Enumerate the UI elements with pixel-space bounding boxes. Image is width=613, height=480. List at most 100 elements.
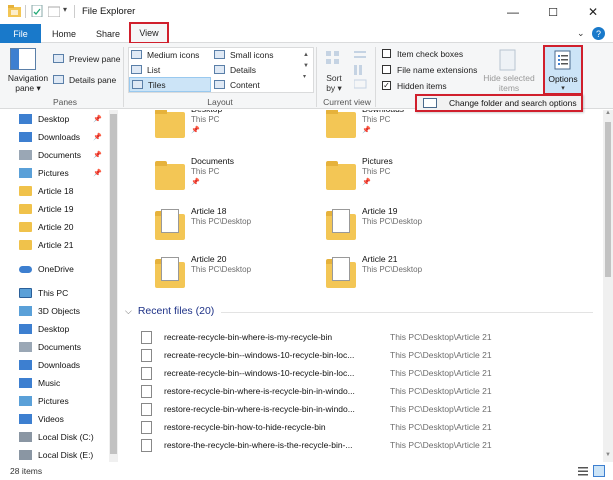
details-view-icon[interactable]: [578, 466, 588, 478]
layout-content[interactable]: Content: [214, 78, 260, 91]
scrollbar-thumb[interactable]: [110, 114, 117, 454]
group-by-icon[interactable]: [354, 50, 368, 64]
recent-files-title: Recent files (20): [137, 305, 215, 317]
folder-tile[interactable]: Article 21 This PC\Desktop: [324, 250, 494, 300]
nav-item[interactable]: Documents: [0, 338, 118, 356]
hide-selected-items-icon[interactable]: [499, 49, 517, 73]
tab-home[interactable]: Home: [46, 24, 82, 43]
scroll-up-icon[interactable]: ▲: [603, 110, 613, 120]
recent-file-row[interactable]: restore-recycle-bin-how-to-hide-recycle-…: [141, 418, 581, 436]
pin-icon[interactable]: 📌: [93, 151, 102, 159]
nav-item[interactable]: Downloads: [0, 356, 118, 374]
recent-files-header[interactable]: ⌵ Recent files (20): [125, 305, 214, 317]
folder-tile[interactable]: Pictures This PC 📌: [324, 152, 494, 202]
preview-pane-button[interactable]: Preview pane: [53, 52, 121, 65]
navigation-pane-scrollbar[interactable]: [109, 110, 118, 462]
nav-item[interactable]: Article 21: [0, 236, 118, 254]
nav-item[interactable]: Local Disk (C:): [0, 428, 118, 446]
section-divider: [221, 312, 593, 313]
tab-view[interactable]: View: [129, 22, 169, 44]
hide-selected-label: Hide selected: [483, 73, 535, 83]
chevron-down-icon[interactable]: ⌵: [125, 306, 132, 317]
sort-by-icon[interactable]: [324, 49, 344, 71]
layout-medium-icons[interactable]: Medium icons: [131, 48, 199, 61]
folder-body: [155, 110, 185, 138]
nav-item-label: Article 19: [38, 204, 74, 214]
large-icons-view-icon[interactable]: [593, 465, 605, 477]
layout-scroll-icon[interactable]: ▲ ▼ ▾: [303, 50, 309, 83]
new-folder-quick-icon[interactable]: [47, 5, 61, 18]
maximize-button[interactable]: ☐: [533, 0, 573, 24]
nav-item[interactable]: Pictures 📌: [0, 164, 118, 182]
scrollbar-thumb[interactable]: [605, 122, 611, 277]
nav-item[interactable]: Downloads 📌: [0, 128, 118, 146]
nav-item[interactable]: Documents 📌: [0, 146, 118, 164]
details-pane-button[interactable]: Details pane: [53, 73, 116, 86]
close-button[interactable]: ✕: [573, 0, 613, 24]
image-file-icon: [141, 438, 152, 452]
nav-item[interactable]: Pictures: [0, 392, 118, 410]
minimize-button[interactable]: —: [493, 0, 533, 24]
downloads-icon: [19, 360, 32, 370]
nav-item-label: Pictures: [38, 168, 69, 178]
navigation-pane-button[interactable]: Navigation pane ▾: [6, 73, 50, 94]
folder-tile[interactable]: DesktopThis PC 📌: [153, 110, 323, 150]
hidden-items-toggle[interactable]: ✓ Hidden items: [382, 79, 447, 92]
folder-tile[interactable]: Article 18 This PC\Desktop: [153, 202, 323, 252]
recent-file-row[interactable]: restore-recycle-bin-where-is-recycle-bin…: [141, 382, 581, 400]
pin-icon[interactable]: 📌: [93, 133, 102, 141]
item-check-boxes-checkbox[interactable]: [382, 49, 391, 58]
add-columns-icon[interactable]: [354, 64, 368, 78]
layout-tiles[interactable]: Tiles: [129, 77, 211, 92]
recent-file-row[interactable]: recreate-recycle-bin-where-is-my-recycle…: [141, 328, 581, 346]
content-icon: [214, 80, 225, 89]
nav-item[interactable]: Music: [0, 374, 118, 392]
list-icon: [131, 65, 142, 74]
file-name-extensions-toggle[interactable]: File name extensions: [382, 63, 477, 76]
nav-item[interactable]: Article 20: [0, 218, 118, 236]
properties-icon[interactable]: [31, 4, 43, 18]
size-columns-icon[interactable]: [353, 78, 368, 92]
hidden-items-checkbox[interactable]: ✓: [382, 81, 391, 90]
options-button[interactable]: Options ▾: [543, 45, 583, 95]
layout-small-icons[interactable]: Small icons: [214, 48, 273, 61]
quick-access-dropdown-icon[interactable]: ▾: [63, 5, 67, 14]
folder-tile[interactable]: Article 20 This PC\Desktop: [153, 250, 323, 300]
layout-details[interactable]: Details: [214, 63, 256, 76]
nav-item[interactable]: Videos: [0, 410, 118, 428]
nav-item[interactable]: Desktop: [0, 320, 118, 338]
recent-file-row[interactable]: restore-recycle-bin-where-is-recycle-bin…: [141, 400, 581, 418]
item-check-boxes-toggle[interactable]: Item check boxes: [382, 47, 463, 60]
file-name-extensions-checkbox[interactable]: [382, 65, 391, 74]
layout-list[interactable]: List: [131, 63, 160, 76]
help-button[interactable]: ?: [592, 27, 605, 40]
folder-icon: [324, 110, 358, 146]
tab-file[interactable]: File: [0, 24, 41, 43]
folder-tile[interactable]: DownloadsThis PC 📌: [324, 110, 494, 150]
recent-file-location: This PC\Desktop\Article 21: [390, 386, 492, 396]
expand-ribbon-icon[interactable]: ⌄: [577, 28, 585, 39]
sort-by-button[interactable]: Sort by ▾: [320, 73, 348, 94]
change-folder-options-menu-item[interactable]: Change folder and search options: [449, 98, 577, 108]
nav-item[interactable]: Article 18: [0, 182, 118, 200]
nav-item[interactable]: Article 19: [0, 200, 118, 218]
pin-icon[interactable]: 📌: [93, 169, 102, 177]
nav-item[interactable]: Local Disk (E:): [0, 446, 118, 462]
nav-item[interactable]: Desktop 📌: [0, 110, 118, 128]
nav-item[interactable]: This PC: [0, 284, 118, 302]
hide-selected-items-button[interactable]: Hide selected items: [480, 73, 538, 93]
content-scrollbar[interactable]: ▲ ▼: [603, 110, 613, 462]
recent-file-row[interactable]: recreate-recycle-bin--windows-10-recycle…: [141, 346, 581, 364]
tab-share[interactable]: Share: [90, 24, 126, 43]
image-file-icon: [141, 384, 152, 398]
scroll-down-icon[interactable]: ▼: [603, 452, 613, 462]
navigation-pane-icon[interactable]: [10, 48, 44, 70]
nav-item[interactable]: OneDrive: [0, 260, 118, 278]
folder-tile[interactable]: Article 19 This PC\Desktop: [324, 202, 494, 252]
recent-file-row[interactable]: restore-the-recycle-bin-where-is-the-rec…: [141, 436, 581, 454]
preview-pane-label: Preview pane: [69, 53, 121, 64]
pin-icon[interactable]: 📌: [93, 115, 102, 123]
folder-tile[interactable]: Documents This PC 📌: [153, 152, 323, 202]
recent-file-row[interactable]: recreate-recycle-bin--windows-10-recycle…: [141, 364, 581, 382]
nav-item[interactable]: 3D Objects: [0, 302, 118, 320]
